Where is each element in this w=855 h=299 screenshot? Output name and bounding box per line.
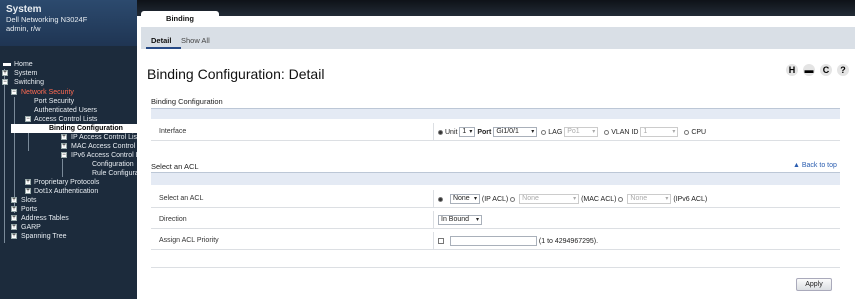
sidebar-item-access-control-lists[interactable]: − Access Control Lists bbox=[0, 115, 137, 124]
mac-acl-select[interactable]: None ▾ bbox=[519, 194, 580, 204]
subtab-show-all[interactable]: Show All bbox=[181, 36, 210, 45]
expand-icon[interactable]: + bbox=[61, 143, 67, 149]
sidebar-item-slots[interactable]: + Slots bbox=[0, 196, 137, 205]
expand-icon[interactable]: + bbox=[11, 224, 17, 230]
sidebar-item-address-tables[interactable]: + Address Tables bbox=[0, 214, 137, 223]
sidebar-item-port-security[interactable]: Port Security bbox=[0, 97, 137, 106]
sidebar-item-switching[interactable]: − Switching bbox=[0, 78, 137, 87]
direction-select[interactable]: In Bound ▾ bbox=[438, 215, 482, 225]
priority-range: (1 to 4294967295). bbox=[538, 237, 599, 245]
expand-icon[interactable]: + bbox=[11, 215, 17, 221]
acl-controls: None ▾ (IP ACL) None ▾ (MAC ACL) None ▾ (IP… bbox=[438, 194, 707, 205]
unit-radio[interactable] bbox=[438, 129, 443, 135]
sidebar-item-proprietary-protocols[interactable]: + Proprietary Protocols bbox=[0, 178, 137, 187]
sidebar-item-mac-acl[interactable]: +MAC Access Control Lists bbox=[0, 142, 137, 151]
direction-label: Direction bbox=[159, 216, 187, 223]
apply-button[interactable]: Apply bbox=[796, 278, 832, 291]
lag-select[interactable]: Po1 ▾ bbox=[564, 127, 599, 137]
ip-acl-select[interactable]: None ▾ bbox=[449, 194, 480, 204]
vlan-label: VLAN ID bbox=[611, 128, 639, 136]
unit-select[interactable]: 1 ▾ bbox=[459, 127, 476, 137]
section-heading-binding: Binding Configuration bbox=[151, 97, 223, 106]
port-label: Port bbox=[477, 128, 492, 136]
expand-icon[interactable]: + bbox=[11, 206, 17, 212]
expand-icon[interactable]: + bbox=[25, 188, 31, 194]
sidebar-item-ports[interactable]: + Ports bbox=[0, 205, 137, 214]
collapse-icon[interactable]: − bbox=[61, 152, 67, 158]
sidebar-title: System bbox=[6, 4, 42, 15]
ipv6-acl-radio[interactable] bbox=[618, 196, 624, 202]
cpu-radio[interactable] bbox=[684, 129, 690, 135]
ipv6-acl-suffix: (IPv6 ACL) bbox=[673, 195, 708, 203]
sidebar-item-home[interactable]: Home bbox=[0, 60, 137, 69]
subtab-detail[interactable]: Detail bbox=[151, 36, 171, 45]
question-icon[interactable]: ? bbox=[837, 64, 849, 76]
ipv6-acl-select[interactable]: None ▾ bbox=[627, 194, 672, 204]
sidebar-item-garp[interactable]: + GARP bbox=[0, 223, 137, 232]
row-priority: Assign ACL Priority (1 to 4294967295). bbox=[151, 232, 840, 250]
vlan-select[interactable]: 1 ▾ bbox=[640, 127, 679, 137]
row-select-acl: Select an ACL None ▾ (IP ACL) None ▾ (MAC … bbox=[151, 190, 840, 208]
sidebar-item-ip-acl[interactable]: + IP Access Control Lists bbox=[0, 133, 137, 142]
ip-acl-radio[interactable] bbox=[438, 196, 443, 202]
ip-acl-suffix: (IP ACL) bbox=[481, 195, 509, 203]
collapse-icon[interactable]: − bbox=[25, 116, 31, 122]
sidebar-item-network-security[interactable]: − Network Security bbox=[0, 88, 137, 97]
sidebar-item-authenticated-users[interactable]: Authenticated Users bbox=[0, 106, 137, 115]
interface-controls: Unit 1 ▾ Port Gi1/0/1 ▾ LAG Po1 ▾ VLAN ID 1… bbox=[438, 127, 706, 138]
select-acl-label: Select an ACL bbox=[159, 195, 204, 202]
port-select[interactable]: Gi1/0/1 ▾ bbox=[493, 127, 538, 137]
active-subtab-underline bbox=[146, 47, 181, 49]
expand-icon[interactable]: + bbox=[11, 233, 17, 239]
expand-icon[interactable]: + bbox=[61, 134, 67, 140]
row-interface: Interface Unit 1 ▾ Port Gi1/0/1 ▾ LAG Po1 ▾… bbox=[151, 123, 840, 141]
top-tab-bar bbox=[137, 0, 855, 16]
expand-icon[interactable]: + bbox=[11, 197, 17, 203]
sidebar-item-configuration[interactable]: Configuration bbox=[0, 160, 137, 169]
interface-label: Interface bbox=[159, 128, 187, 135]
section-bar bbox=[151, 172, 840, 185]
tab-binding-configuration[interactable]: Binding Configuration bbox=[141, 11, 219, 39]
sidebar-item-dot1x[interactable]: + Dot1x Authentication bbox=[0, 187, 137, 196]
cpu-label: CPU bbox=[691, 128, 707, 136]
row-direction: Direction In Bound ▾ bbox=[151, 211, 840, 229]
sidebar-item-rule-configuration[interactable]: Rule Configuration bbox=[0, 169, 137, 178]
page-title: Binding Configuration: Detail bbox=[147, 66, 325, 82]
print-icon[interactable]: ▬ bbox=[803, 64, 815, 76]
sidebar-item-system[interactable]: + System bbox=[0, 69, 137, 78]
sidebar-item-spanning-tree[interactable]: + Spanning Tree bbox=[0, 232, 137, 241]
sidebar-item-binding-configuration[interactable]: Binding Configuration bbox=[11, 124, 137, 133]
nav-sidebar: System Dell Networking N3024F admin, r/w… bbox=[0, 0, 137, 299]
priority-checkbox[interactable] bbox=[438, 238, 444, 244]
mac-acl-suffix: (MAC ACL) bbox=[581, 195, 617, 203]
lag-label: LAG bbox=[548, 128, 563, 136]
collapse-icon[interactable]: − bbox=[2, 79, 8, 85]
section-heading-acl: Select an ACL bbox=[151, 162, 199, 171]
unit-label: Unit bbox=[445, 128, 458, 136]
expand-icon[interactable]: + bbox=[2, 70, 8, 76]
back-to-top-link[interactable]: ▲ Back to top bbox=[793, 162, 837, 169]
mac-acl-radio[interactable] bbox=[510, 196, 516, 202]
expand-icon[interactable]: + bbox=[25, 179, 31, 185]
collapse-icon[interactable]: − bbox=[11, 89, 17, 95]
priority-label: Assign ACL Priority bbox=[159, 237, 219, 244]
sidebar-item-ipv6-acl[interactable]: −IPv6 Access Control Lists bbox=[0, 151, 137, 160]
sidebar-header: System Dell Networking N3024F admin, r/w bbox=[0, 0, 137, 46]
help-icon[interactable]: H bbox=[786, 64, 798, 76]
lag-radio[interactable] bbox=[541, 129, 547, 135]
vlan-radio[interactable] bbox=[604, 129, 610, 135]
device-name: Dell Networking N3024F bbox=[6, 15, 88, 24]
home-icon bbox=[3, 63, 11, 66]
divider bbox=[151, 267, 840, 268]
user-info: admin, r/w bbox=[6, 24, 41, 33]
priority-input[interactable] bbox=[449, 236, 537, 246]
refresh-icon[interactable]: C bbox=[820, 64, 832, 76]
section-bar bbox=[151, 108, 840, 119]
sub-tab-bar bbox=[141, 27, 855, 49]
